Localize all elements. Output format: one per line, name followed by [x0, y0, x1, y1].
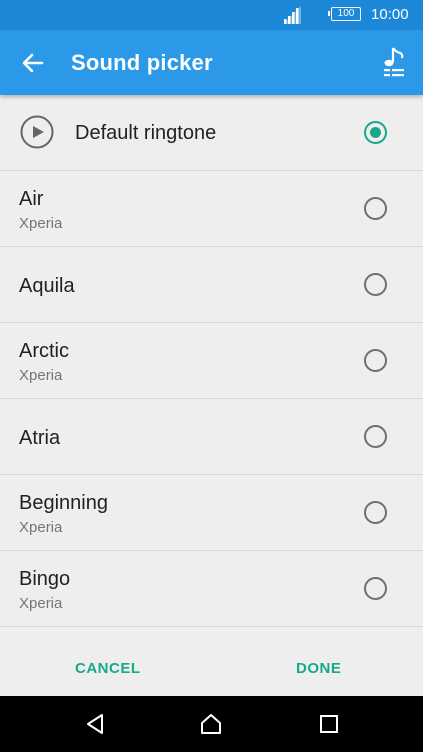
battery-icon: 100 [328, 7, 361, 21]
back-arrow-icon[interactable] [20, 50, 46, 76]
sound-list: Default ringtone Air Xperia Aquila Arcti… [0, 95, 423, 627]
status-bar: 100 10:00 [0, 0, 423, 30]
radio-button[interactable] [364, 273, 387, 296]
list-item-label: Air [19, 188, 44, 210]
radio-button[interactable] [364, 425, 387, 448]
music-note-list-icon[interactable] [380, 46, 408, 78]
list-item-label: Atria [19, 427, 61, 449]
app-bar: Sound picker [0, 30, 423, 95]
dialog-footer: CANCEL DONE [0, 640, 423, 696]
list-item-subtitle: Xperia [19, 367, 63, 384]
play-circle-icon[interactable] [20, 115, 54, 149]
radio-button[interactable] [364, 197, 387, 220]
list-item-default-ringtone[interactable]: Default ringtone [0, 95, 423, 171]
cancel-button[interactable]: CANCEL [75, 660, 141, 677]
radio-button-selected[interactable] [364, 121, 387, 144]
navigation-bar [0, 696, 423, 752]
nav-back-icon[interactable] [83, 712, 107, 736]
signal-icon [283, 6, 301, 24]
clock: 10:00 [371, 6, 409, 23]
radio-button[interactable] [364, 577, 387, 600]
list-item-label: Default ringtone [75, 122, 217, 144]
page-title: Sound picker [71, 50, 213, 75]
list-item-label: Aquila [19, 275, 75, 297]
nav-recents-icon[interactable] [317, 712, 341, 736]
list-item-subtitle: Xperia [19, 595, 63, 612]
list-item-label: Bingo [19, 568, 71, 590]
list-item[interactable]: Arctic Xperia [0, 323, 423, 399]
list-item-label: Arctic [19, 340, 69, 362]
list-item[interactable]: Aquila [0, 247, 423, 323]
list-item-label: Beginning [19, 492, 108, 514]
list-item[interactable]: Beginning Xperia [0, 475, 423, 551]
list-item[interactable]: Atria [0, 399, 423, 475]
list-item-subtitle: Xperia [19, 215, 63, 232]
radio-button[interactable] [364, 501, 387, 524]
nav-home-icon[interactable] [199, 712, 223, 736]
battery-level: 100 [337, 8, 355, 19]
list-item[interactable]: Air Xperia [0, 171, 423, 247]
radio-button[interactable] [364, 349, 387, 372]
done-button[interactable]: DONE [296, 660, 341, 677]
list-item-subtitle: Xperia [19, 519, 63, 536]
list-item[interactable]: Bingo Xperia [0, 551, 423, 627]
